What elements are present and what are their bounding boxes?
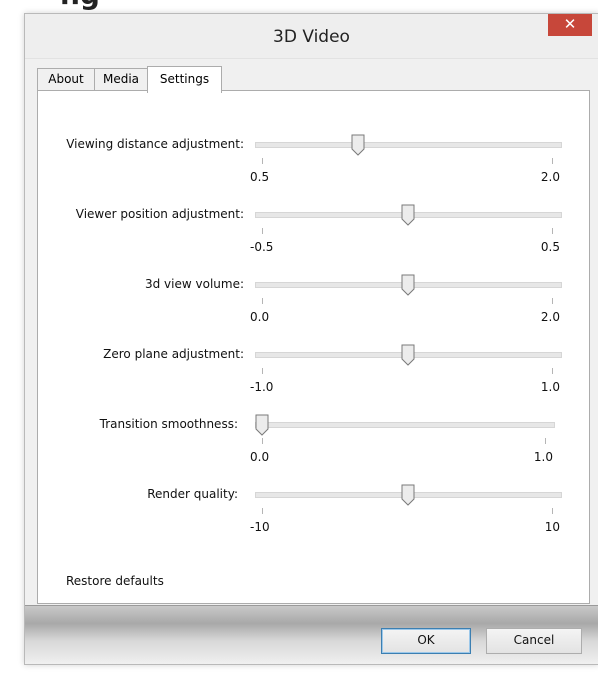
- slider-min-label: -0.5: [250, 240, 274, 254]
- button-bar: OK Cancel: [25, 605, 598, 664]
- slider-thumb[interactable]: [401, 204, 415, 226]
- slider-max-label: 2.0: [540, 310, 560, 324]
- window-title: 3D Video: [273, 27, 350, 47]
- slider-tick: [552, 298, 553, 304]
- dialog-window: 3D Video ✕ About Media Settings Viewing …: [24, 13, 598, 665]
- slider-min-label: 0.0: [250, 450, 270, 464]
- slider-tick: [552, 228, 553, 234]
- title-bar[interactable]: 3D Video ✕: [25, 14, 598, 59]
- slider-min-label: 0.0: [250, 310, 270, 324]
- slider-max-label: 10: [544, 520, 560, 534]
- slider-thumb[interactable]: [401, 344, 415, 366]
- slider-tick: [545, 438, 546, 444]
- slider-track[interactable]: [255, 142, 562, 148]
- slider-thumb[interactable]: [351, 134, 365, 156]
- slider-label: Render quality:: [147, 487, 238, 501]
- slider-max-label: 2.0: [540, 170, 560, 184]
- slider-label: Transition smoothness:: [99, 417, 238, 431]
- ok-button[interactable]: OK: [381, 628, 471, 654]
- slider-tick: [262, 158, 263, 164]
- slider-max-label: 1.0: [540, 380, 560, 394]
- slider-tick: [262, 368, 263, 374]
- slider-thumb[interactable]: [255, 414, 269, 436]
- slider-min-label: -10: [250, 520, 270, 534]
- slider-label: Viewing distance adjustment:: [66, 137, 244, 151]
- settings-panel: Viewing distance adjustment: 0.5 2.0 Viewer…: [37, 90, 590, 604]
- slider-max-label: 1.0: [533, 450, 553, 464]
- tab-media[interactable]: Media: [94, 68, 148, 91]
- slider-min-label: -1.0: [250, 380, 274, 394]
- slider-track[interactable]: [255, 422, 555, 428]
- slider-tick: [262, 508, 263, 514]
- slider-tick: [552, 158, 553, 164]
- slider-label: 3d view volume:: [144, 277, 244, 291]
- tab-settings[interactable]: Settings: [147, 66, 222, 93]
- slider-tick: [552, 368, 553, 374]
- tab-about[interactable]: About: [37, 68, 95, 91]
- slider-tick: [262, 298, 263, 304]
- slider-max-label: 0.5: [540, 240, 560, 254]
- background-heading: ng: [60, 0, 100, 11]
- slider-thumb[interactable]: [401, 274, 415, 296]
- slider-min-label: 0.5: [250, 170, 270, 184]
- slider-label: Viewer position adjustment:: [75, 207, 244, 221]
- slider-label: Zero plane adjustment:: [103, 347, 244, 361]
- close-icon[interactable]: ✕: [548, 14, 592, 36]
- slider-tick: [262, 438, 263, 444]
- slider-tick: [552, 508, 553, 514]
- restore-defaults-link[interactable]: Restore defaults: [66, 574, 164, 588]
- cancel-button[interactable]: Cancel: [486, 628, 582, 654]
- slider-thumb[interactable]: [401, 484, 415, 506]
- slider-tick: [262, 228, 263, 234]
